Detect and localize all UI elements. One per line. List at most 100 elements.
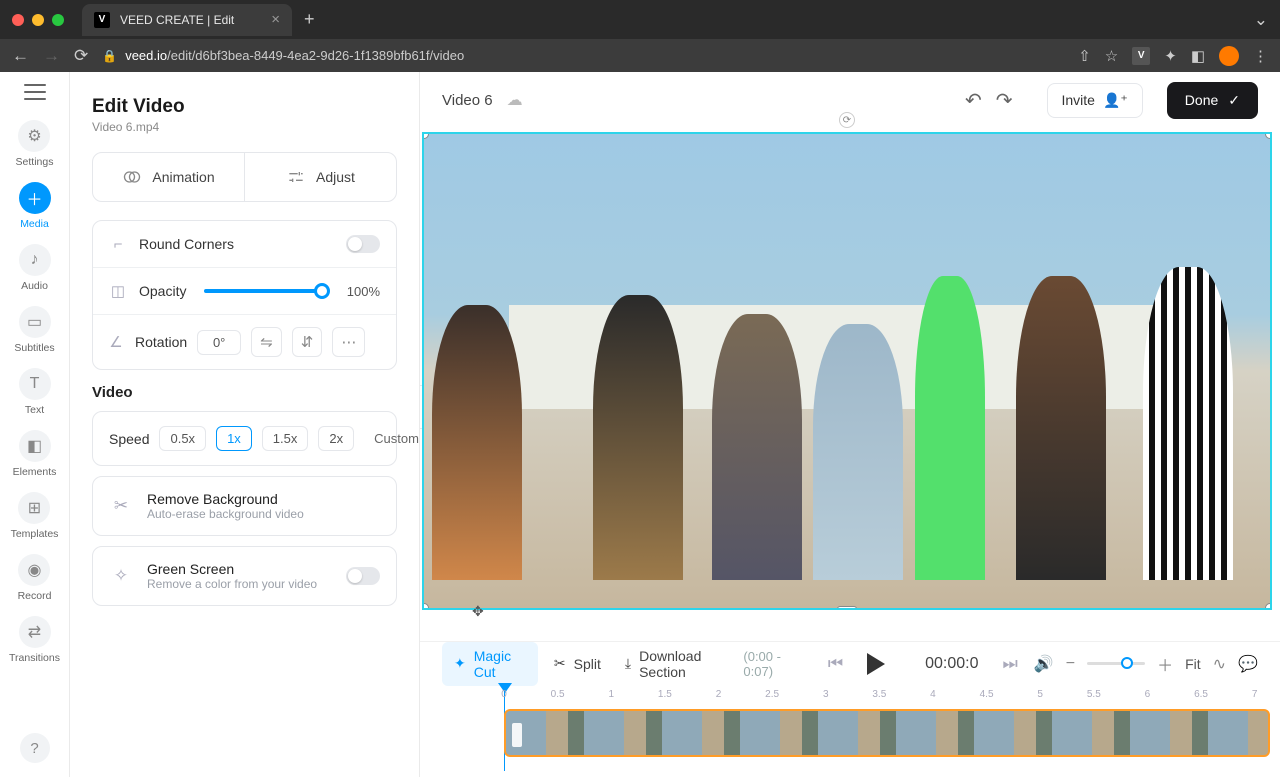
- play-button[interactable]: [867, 653, 885, 675]
- address-bar[interactable]: 🔒 veed.io/edit/d6bf3bea-8449-4ea2-9d26-1…: [102, 48, 1064, 63]
- rotation-value[interactable]: 0°: [197, 330, 241, 355]
- speed-custom[interactable]: Custom: [364, 427, 420, 450]
- zoom-out-button[interactable]: −: [1066, 655, 1075, 673]
- help-button[interactable]: ?: [20, 733, 50, 763]
- speed-0_5x[interactable]: 0.5x: [159, 426, 206, 451]
- window-traffic-lights[interactable]: [12, 14, 64, 26]
- download-section-button[interactable]: ⤓ Download Section (0:00 - 0:07): [617, 642, 812, 686]
- ruler-tick: 4: [930, 689, 936, 700]
- tab-title: VEED CREATE | Edit: [120, 13, 234, 27]
- maximize-window-icon[interactable]: [52, 14, 64, 26]
- redo-button[interactable]: ↷: [996, 88, 1013, 113]
- rail-label: Settings: [16, 156, 54, 168]
- speed-1_5x[interactable]: 1.5x: [262, 426, 309, 451]
- done-button[interactable]: Done ✓: [1167, 82, 1258, 119]
- flip-horizontal-button[interactable]: ⇋: [251, 327, 282, 357]
- green-screen-desc: Remove a color from your video: [147, 577, 317, 591]
- zoom-slider[interactable]: [1087, 662, 1145, 665]
- rail-templates[interactable]: ⊞Templates: [11, 488, 59, 544]
- tab-close-icon[interactable]: ×: [271, 11, 280, 28]
- undo-button[interactable]: ↶: [965, 88, 982, 113]
- close-window-icon[interactable]: [12, 14, 24, 26]
- extension-badge[interactable]: V: [1132, 47, 1150, 65]
- green-screen-toggle[interactable]: [346, 567, 380, 585]
- rail-record[interactable]: ◉Record: [18, 550, 52, 606]
- ruler-tick: 5: [1037, 689, 1043, 700]
- skip-back-button[interactable]: ⏮: [828, 654, 843, 674]
- rotate-handle[interactable]: ⟳: [839, 112, 855, 128]
- extensions-icon[interactable]: ✦: [1164, 47, 1177, 65]
- rotation-icon: ∠: [107, 333, 125, 351]
- url-host: veed.io: [125, 48, 167, 63]
- flip-vertical-button[interactable]: ⇵: [292, 327, 323, 357]
- comments-icon[interactable]: 💬: [1238, 654, 1258, 674]
- round-corner-icon: ⌐: [109, 236, 127, 253]
- rail-elements[interactable]: ◧Elements: [13, 426, 57, 482]
- volume-button[interactable]: 🔊: [1034, 654, 1054, 674]
- zoom-in-button[interactable]: ＋: [1157, 652, 1173, 676]
- video-clip[interactable]: [504, 709, 1270, 757]
- video-preview[interactable]: [422, 132, 1272, 610]
- canvas[interactable]: ⟳ ✥: [420, 128, 1280, 641]
- tab-adjust[interactable]: Adjust: [245, 153, 396, 201]
- tab-dropdown-icon[interactable]: ⌄: [1254, 10, 1268, 30]
- rail-transitions[interactable]: ⇄Transitions: [9, 612, 60, 668]
- skip-forward-button[interactable]: ⏭: [1003, 654, 1018, 674]
- rail-settings[interactable]: ⚙Settings: [16, 116, 54, 172]
- minimize-window-icon[interactable]: [32, 14, 44, 26]
- resize-handle-tr[interactable]: [1265, 132, 1272, 139]
- remove-background-button[interactable]: ✂ Remove Background Auto-erase backgroun…: [93, 477, 396, 535]
- tab-animation[interactable]: Animation: [93, 153, 245, 201]
- resize-handle-bottom[interactable]: [837, 606, 857, 610]
- slider-thumb[interactable]: [314, 283, 330, 299]
- opacity-icon: ◫: [109, 282, 127, 300]
- split-button[interactable]: ✂ Split: [546, 649, 609, 678]
- reload-button[interactable]: ⟳: [74, 46, 88, 66]
- magic-cut-button[interactable]: ✦ Magic Cut: [442, 642, 538, 686]
- bookmark-icon[interactable]: ☆: [1105, 47, 1118, 65]
- preview-person: [593, 295, 683, 579]
- project-name[interactable]: Video 6: [442, 92, 493, 109]
- zoom-thumb[interactable]: [1121, 657, 1133, 669]
- opacity-slider[interactable]: [204, 289, 328, 293]
- timeline[interactable]: 0 0.5 1 1.5 2 2.5 3 3.5 4 4.5 5 5.5 6 6.…: [420, 685, 1280, 777]
- invite-button[interactable]: Invite 👤⁺: [1047, 83, 1143, 118]
- forward-button[interactable]: →: [43, 46, 60, 66]
- speed-1x[interactable]: 1x: [216, 426, 252, 451]
- sidepanel-icon[interactable]: ◧: [1191, 47, 1205, 65]
- fit-button[interactable]: Fit: [1185, 656, 1201, 672]
- profile-avatar[interactable]: [1219, 46, 1239, 66]
- preview-person: [712, 314, 802, 579]
- browser-tab[interactable]: V VEED CREATE | Edit ×: [82, 4, 292, 36]
- rail-audio[interactable]: ♪Audio: [19, 240, 51, 296]
- resize-handle-br[interactable]: [1265, 603, 1272, 610]
- new-tab-button[interactable]: +: [304, 9, 315, 30]
- text-icon: T: [19, 368, 51, 400]
- templates-icon: ⊞: [18, 492, 50, 524]
- resize-handle-bl[interactable]: [422, 603, 429, 610]
- rotation-more-button[interactable]: ⋯: [332, 327, 365, 357]
- rail-text[interactable]: TText: [19, 364, 51, 420]
- menu-button[interactable]: [24, 84, 46, 100]
- preview-person: [1016, 276, 1106, 579]
- waveform-icon[interactable]: ∿: [1213, 654, 1226, 674]
- speed-row: Speed 0.5x 1x 1.5x 2x Custom: [93, 412, 396, 465]
- resize-handle-tl[interactable]: [422, 132, 429, 139]
- ruler-tick: 5.5: [1087, 689, 1101, 700]
- round-corners-toggle[interactable]: [346, 235, 380, 253]
- remove-bg-icon: ✂: [109, 494, 133, 518]
- rail-media[interactable]: ＋Media: [19, 178, 51, 234]
- tab-favicon: V: [94, 12, 110, 28]
- preview-person: [1143, 267, 1233, 580]
- panel-subtitle: Video 6.mp4: [92, 120, 397, 134]
- music-icon: ♪: [19, 244, 51, 276]
- cloud-sync-icon[interactable]: ☁: [507, 90, 523, 110]
- preview-person: [432, 305, 522, 580]
- ruler-tick: 3: [823, 689, 829, 700]
- browser-menu-icon[interactable]: ⋮: [1253, 47, 1268, 65]
- back-button[interactable]: ←: [12, 46, 29, 66]
- share-icon[interactable]: ⇧: [1078, 47, 1091, 65]
- time-ruler[interactable]: 0 0.5 1 1.5 2 2.5 3 3.5 4 4.5 5 5.5 6 6.…: [504, 689, 1270, 705]
- rail-subtitles[interactable]: ▭Subtitles: [14, 302, 54, 358]
- speed-2x[interactable]: 2x: [318, 426, 354, 451]
